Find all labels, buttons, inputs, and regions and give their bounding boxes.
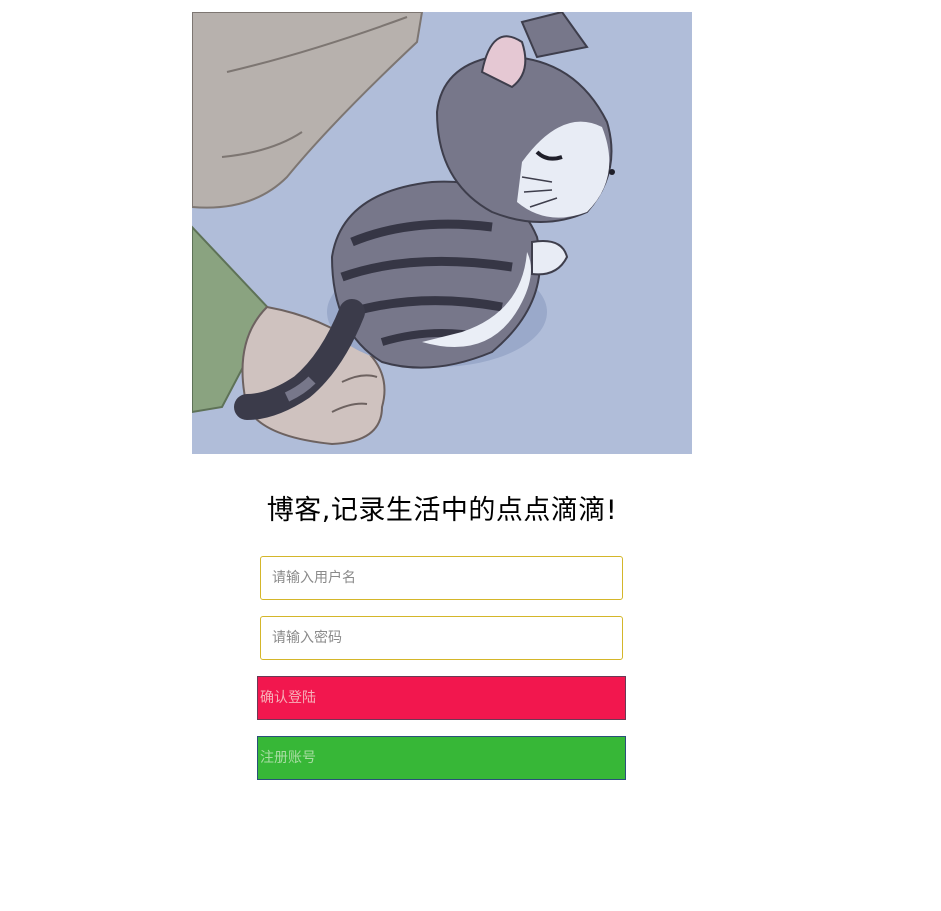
register-button[interactable]: 注册账号 <box>257 736 626 780</box>
login-button[interactable]: 确认登陆 <box>257 676 626 720</box>
kitten-illustration <box>192 12 692 454</box>
username-input[interactable] <box>260 556 623 600</box>
hero-image <box>192 12 692 454</box>
password-input[interactable] <box>260 616 623 660</box>
page-slogan: 博客,记录生活中的点点滴滴! <box>266 495 618 526</box>
login-page: 博客,记录生活中的点点滴滴! 确认登陆 注册账号 <box>0 0 941 911</box>
